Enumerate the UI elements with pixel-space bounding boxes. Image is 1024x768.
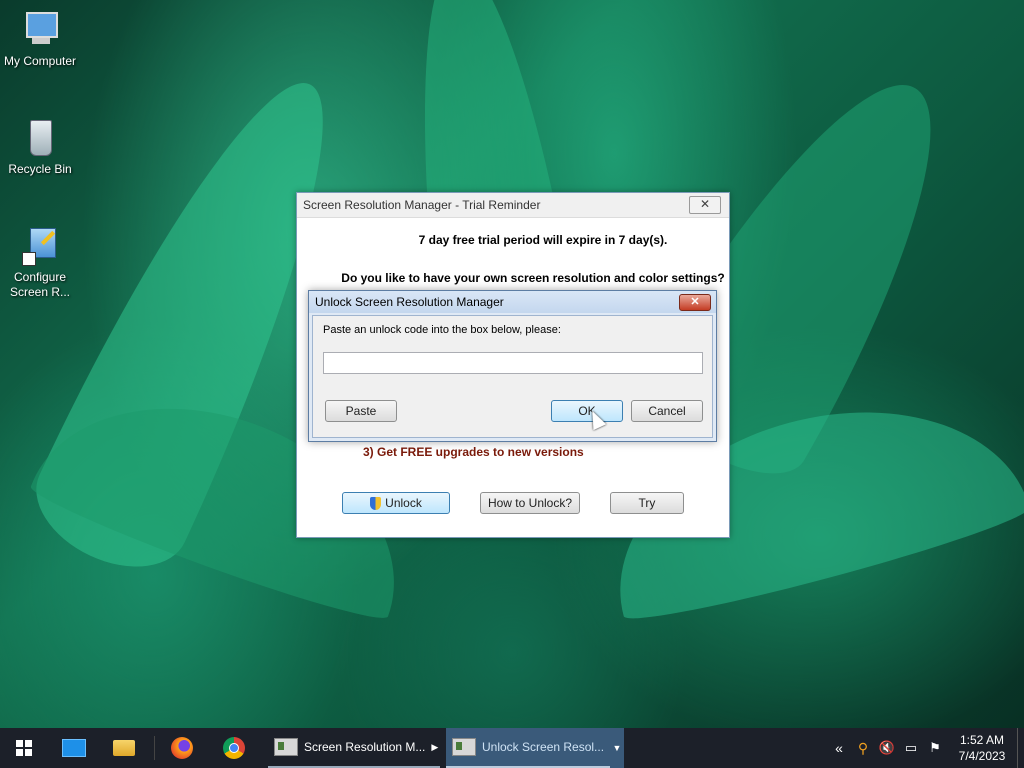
system-tray: « ⚲ 🔇 ▭ ⚑ 1:52 AM 7/4/2023 xyxy=(827,728,1024,768)
clock-date: 7/4/2023 xyxy=(958,749,1006,763)
desktop-icon xyxy=(62,739,86,757)
trial-question-text: Do you like to have your own screen reso… xyxy=(341,271,725,285)
ok-button[interactable]: OK xyxy=(551,400,623,422)
clock-time: 1:52 AM xyxy=(959,733,1005,747)
paste-button[interactable]: Paste xyxy=(325,400,397,422)
app-window-icon xyxy=(452,738,476,756)
try-button-label: Try xyxy=(638,496,656,510)
desktop-icon-label: My Computer xyxy=(3,54,77,68)
recycle-bin-icon xyxy=(20,118,60,158)
computer-icon xyxy=(20,10,60,50)
notification-icon[interactable]: ⚑ xyxy=(923,740,947,756)
close-button[interactable]: ✕ xyxy=(679,294,711,311)
chrome-button[interactable] xyxy=(212,728,256,768)
search-icon[interactable]: ⚲ xyxy=(851,740,875,757)
desktop-icon-label: Configure Screen R... xyxy=(9,270,71,299)
taskbar: Screen Resolution M... ▶ Unlock Screen R… xyxy=(0,728,1024,768)
desktop-icon-configure-screen[interactable]: Configure Screen R... xyxy=(0,226,80,300)
shield-icon xyxy=(370,496,382,510)
show-hidden-icons-button[interactable]: « xyxy=(827,740,851,756)
show-desktop-button[interactable] xyxy=(1017,728,1024,768)
dialog-title: Screen Resolution Manager - Trial Remind… xyxy=(303,198,541,212)
windows-icon xyxy=(16,740,32,756)
unlock-dialog-titlebar[interactable]: Unlock Screen Resolution Manager xyxy=(309,291,716,313)
unlock-button[interactable]: Unlock xyxy=(342,492,450,514)
file-explorer-button[interactable] xyxy=(102,728,146,768)
how-to-unlock-label: How to Unlock? xyxy=(487,496,573,510)
firefox-icon xyxy=(171,737,193,759)
unlock-button-label: Unlock xyxy=(385,496,422,510)
cancel-button-label: Cancel xyxy=(648,404,686,418)
network-icon[interactable]: ▭ xyxy=(899,740,923,756)
desktop-icon-label: Recycle Bin xyxy=(8,162,72,176)
taskbar-task-unlock[interactable]: Unlock Screen Resol... xyxy=(446,728,610,768)
start-button[interactable] xyxy=(0,728,48,768)
task-group-dropdown[interactable]: ▼ xyxy=(610,728,624,768)
unlock-code-input[interactable] xyxy=(323,352,703,374)
task-label: Screen Resolution M... xyxy=(304,740,426,754)
taskbar-task-trial-reminder[interactable]: Screen Resolution M... ▶ xyxy=(268,728,440,768)
app-window-icon xyxy=(274,738,298,756)
chevron-right-icon: ▶ xyxy=(431,741,439,752)
benefit-text: 3) Get FREE upgrades to new versions xyxy=(363,445,584,459)
desktop-icon-recycle-bin[interactable]: Recycle Bin xyxy=(0,118,80,177)
volume-muted-icon[interactable]: 🔇 xyxy=(875,740,899,756)
task-label: Unlock Screen Resol... xyxy=(482,740,605,754)
paste-button-label: Paste xyxy=(345,404,377,418)
trial-expire-text: 7 day free trial period will expire in 7… xyxy=(418,233,668,247)
cancel-button[interactable]: Cancel xyxy=(631,400,703,422)
try-button[interactable]: Try xyxy=(610,492,684,514)
dialog-titlebar[interactable]: Screen Resolution Manager - Trial Remind… xyxy=(297,193,729,218)
desktop-icon-my-computer[interactable]: My Computer xyxy=(0,10,80,69)
unlock-dialog: Unlock Screen Resolution Manager ✕ Paste… xyxy=(308,290,717,442)
screen-config-icon xyxy=(20,226,60,266)
how-to-unlock-button[interactable]: How to Unlock? xyxy=(480,492,580,514)
unlock-dialog-body: Paste an unlock code into the box below,… xyxy=(312,315,713,438)
chevron-down-icon: ▼ xyxy=(612,743,622,753)
unlock-prompt: Paste an unlock code into the box below,… xyxy=(323,324,561,336)
firefox-button[interactable] xyxy=(160,728,204,768)
unlock-dialog-title: Unlock Screen Resolution Manager xyxy=(315,295,504,309)
close-button[interactable]: ✕ xyxy=(689,196,721,214)
folder-icon xyxy=(113,740,135,756)
chrome-icon xyxy=(223,737,245,759)
clock[interactable]: 1:52 AM 7/4/2023 xyxy=(947,732,1017,764)
task-view-button[interactable] xyxy=(52,728,96,768)
